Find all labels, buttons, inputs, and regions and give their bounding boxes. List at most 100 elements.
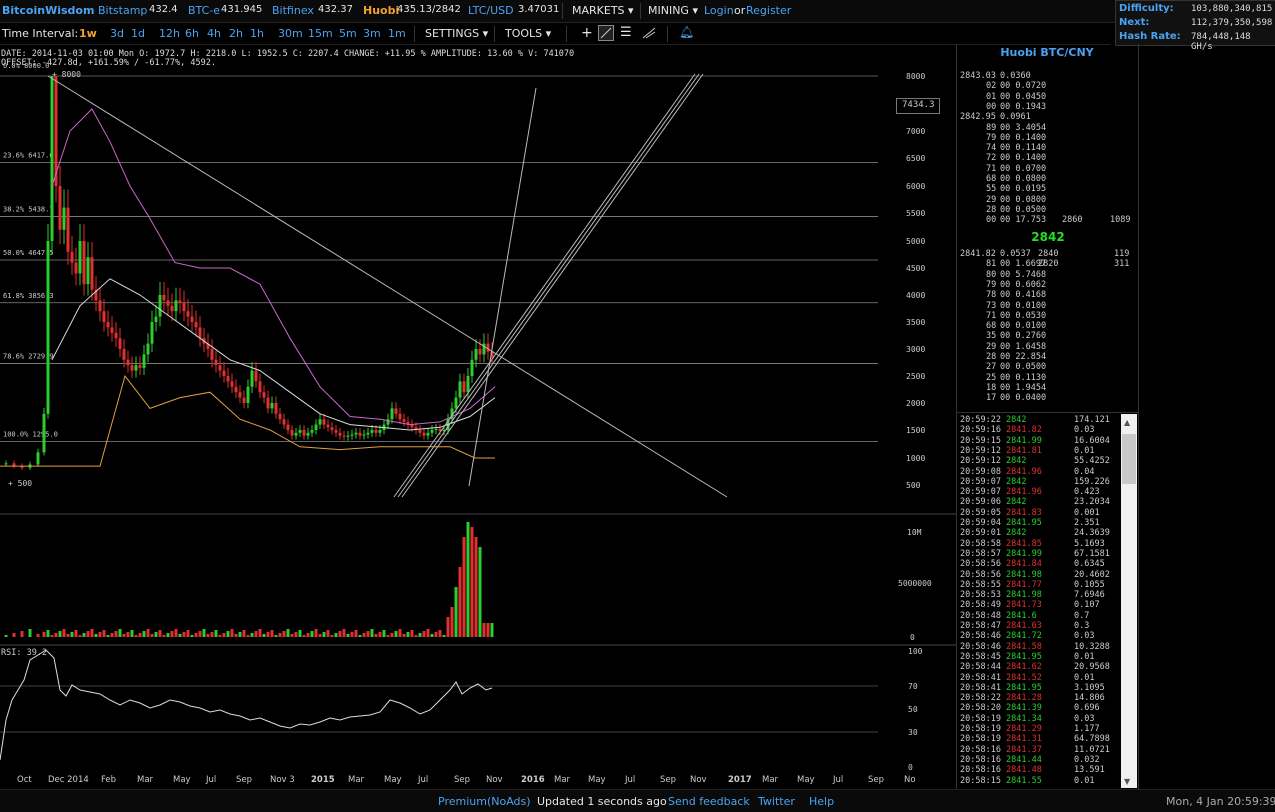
y-tick-label: 6500 [906, 154, 925, 163]
interval-3m[interactable]: 3m [363, 27, 381, 40]
volume-bar [430, 634, 434, 637]
interval-1h[interactable]: 1h [250, 27, 264, 40]
candle-body [322, 419, 326, 425]
top-mark-label: + 8000 [52, 70, 81, 79]
fib-label: 61.8% 3856.3 [3, 292, 54, 300]
candle-body [146, 343, 150, 355]
order-book-row: 72 00 0.1400 [986, 153, 1047, 164]
order-book-title: Huobi BTC/CNY [1000, 46, 1094, 59]
candle-body [222, 370, 226, 376]
interval-5m[interactable]: 5m [339, 27, 357, 40]
interval-1w[interactable]: 1w [79, 27, 97, 40]
scroll-thumb[interactable] [1122, 434, 1136, 484]
candle-body [326, 424, 330, 428]
trade-row: 20:58:47 2841.63 0.3 [960, 621, 1090, 631]
volume-bar [102, 630, 106, 637]
market-ltcusd-price: 3.47031 [518, 4, 560, 15]
volume-bar [486, 623, 490, 637]
market-ltcusd[interactable]: LTC/USD [468, 4, 514, 17]
scroll-down-icon[interactable]: ▼ [1124, 777, 1130, 786]
candle-body [246, 386, 250, 403]
order-book-row: 27 00 0.0500 [986, 362, 1047, 373]
order-book-row: 71 00 0.0700 [986, 163, 1047, 174]
order-book-row: 01 00 0.0450 [986, 91, 1047, 102]
clock: Mon, 4 Jan 20:59:39 [1166, 795, 1275, 808]
interval-4h[interactable]: 4h [207, 27, 221, 40]
rsi-tick-label: 30 [908, 728, 918, 737]
candle-body [66, 207, 70, 252]
interval-2h[interactable]: 2h [229, 27, 243, 40]
scroll-up-icon[interactable]: ▲ [1124, 418, 1130, 427]
alert-bell-icon[interactable]: 🔔︎ [679, 25, 694, 39]
candle-body [82, 241, 86, 285]
or-text: or [734, 4, 746, 17]
line-tool-icon[interactable] [598, 25, 614, 41]
twitter-link[interactable]: Twitter [758, 795, 795, 808]
mining-menu[interactable]: MINING ▾ [648, 4, 698, 17]
volume-bar [138, 633, 142, 637]
register-link[interactable]: Register [746, 4, 791, 17]
interval-1d[interactable]: 1d [131, 27, 145, 40]
feedback-link[interactable]: Send feedback [668, 795, 750, 808]
interval-30m[interactable]: 30m [278, 27, 303, 40]
volume-bar [482, 623, 486, 637]
market-btce[interactable]: BTC-e [188, 4, 220, 17]
login-link[interactable]: Login [704, 4, 734, 17]
candle-body [294, 432, 298, 436]
trades-scrollbar[interactable]: ▲ ▼ [1121, 414, 1137, 788]
market-huobi[interactable]: Huobi [363, 4, 399, 17]
volume-bar [178, 634, 182, 637]
difficulty-label: Difficulty: [1119, 3, 1174, 14]
market-bitfinex[interactable]: Bitfinex [272, 4, 314, 17]
rsi-tick-label: 50 [908, 705, 918, 714]
trade-row: 20:58:16 2841.44 0.032 [960, 754, 1100, 765]
order-book-row: 35 00 0.2760 [986, 331, 1047, 342]
interval-1m[interactable]: 1m [388, 27, 406, 40]
tools-menu[interactable]: TOOLS ▾ [505, 27, 551, 40]
markets-menu[interactable]: MARKETS ▾ [572, 4, 634, 17]
crosshair-tool-icon[interactable]: + [581, 25, 593, 41]
volume-bar [162, 635, 166, 637]
trade-row: 20:59:01 2842 24.3639 [960, 528, 1110, 539]
order-book-row: 28 00 22.854 [986, 352, 1047, 362]
hline-tool-icon[interactable]: ☰ [620, 25, 632, 40]
volume-bar [58, 631, 62, 637]
interval-3d[interactable]: 3d [110, 27, 124, 40]
candle-body [434, 428, 438, 430]
order-book-row: 00 00 0.1943 [986, 101, 1047, 112]
chevron-down-icon: ▾ [628, 4, 634, 17]
volume-bar [130, 630, 134, 637]
volume-bar [378, 632, 382, 637]
volume-bar [298, 630, 302, 637]
volume-bar [318, 634, 322, 637]
candle-body [162, 295, 166, 301]
candle-body [270, 403, 274, 409]
price-chart[interactable]: 23.6% 6417.6 38.2% 5438.7 50.0% 4647.5 61.8… [0, 60, 956, 789]
volume-bar [98, 632, 102, 637]
market-bitstamp[interactable]: Bitstamp [98, 4, 147, 17]
trade-history[interactable]: 20:59:22 2842 174.121 20:59:16 2841.82 0.03 20… [957, 412, 1138, 789]
candle-body [338, 432, 342, 436]
fib-tool-icon[interactable] [642, 25, 656, 42]
interval-15m[interactable]: 15m [308, 27, 333, 40]
trade-row: 20:58:49 2841.73 0.107 [960, 600, 1100, 611]
settings-menu[interactable]: SETTINGS ▾ [425, 27, 488, 40]
network-stats: Difficulty: 103,880,340,815 Next: 112,37… [1115, 0, 1275, 52]
volume-bar [278, 633, 282, 637]
next-value: 112,379,350,598 [1191, 18, 1273, 28]
candle-body [378, 430, 382, 433]
candle-body [158, 295, 162, 317]
interval-12h[interactable]: 12h [159, 27, 180, 40]
candle-body [366, 432, 370, 435]
volume-bar [446, 617, 450, 637]
interval-6h[interactable]: 6h [185, 27, 199, 40]
brand-logo[interactable]: BitcoinWisdom [2, 4, 94, 17]
volume-bar [434, 632, 438, 637]
next-label: Next: [1119, 17, 1150, 28]
help-link[interactable]: Help [809, 795, 834, 808]
premium-link[interactable]: Premium(NoAds) [438, 795, 531, 808]
trade-row: 20:58:48 2841.6 0.7 [960, 610, 1090, 621]
trade-row: 20:58:15 2841.55 0.01 [960, 775, 1095, 786]
trade-row: 20:59:04 2841.95 2.351 [960, 518, 1100, 528]
candle-body [214, 359, 218, 366]
